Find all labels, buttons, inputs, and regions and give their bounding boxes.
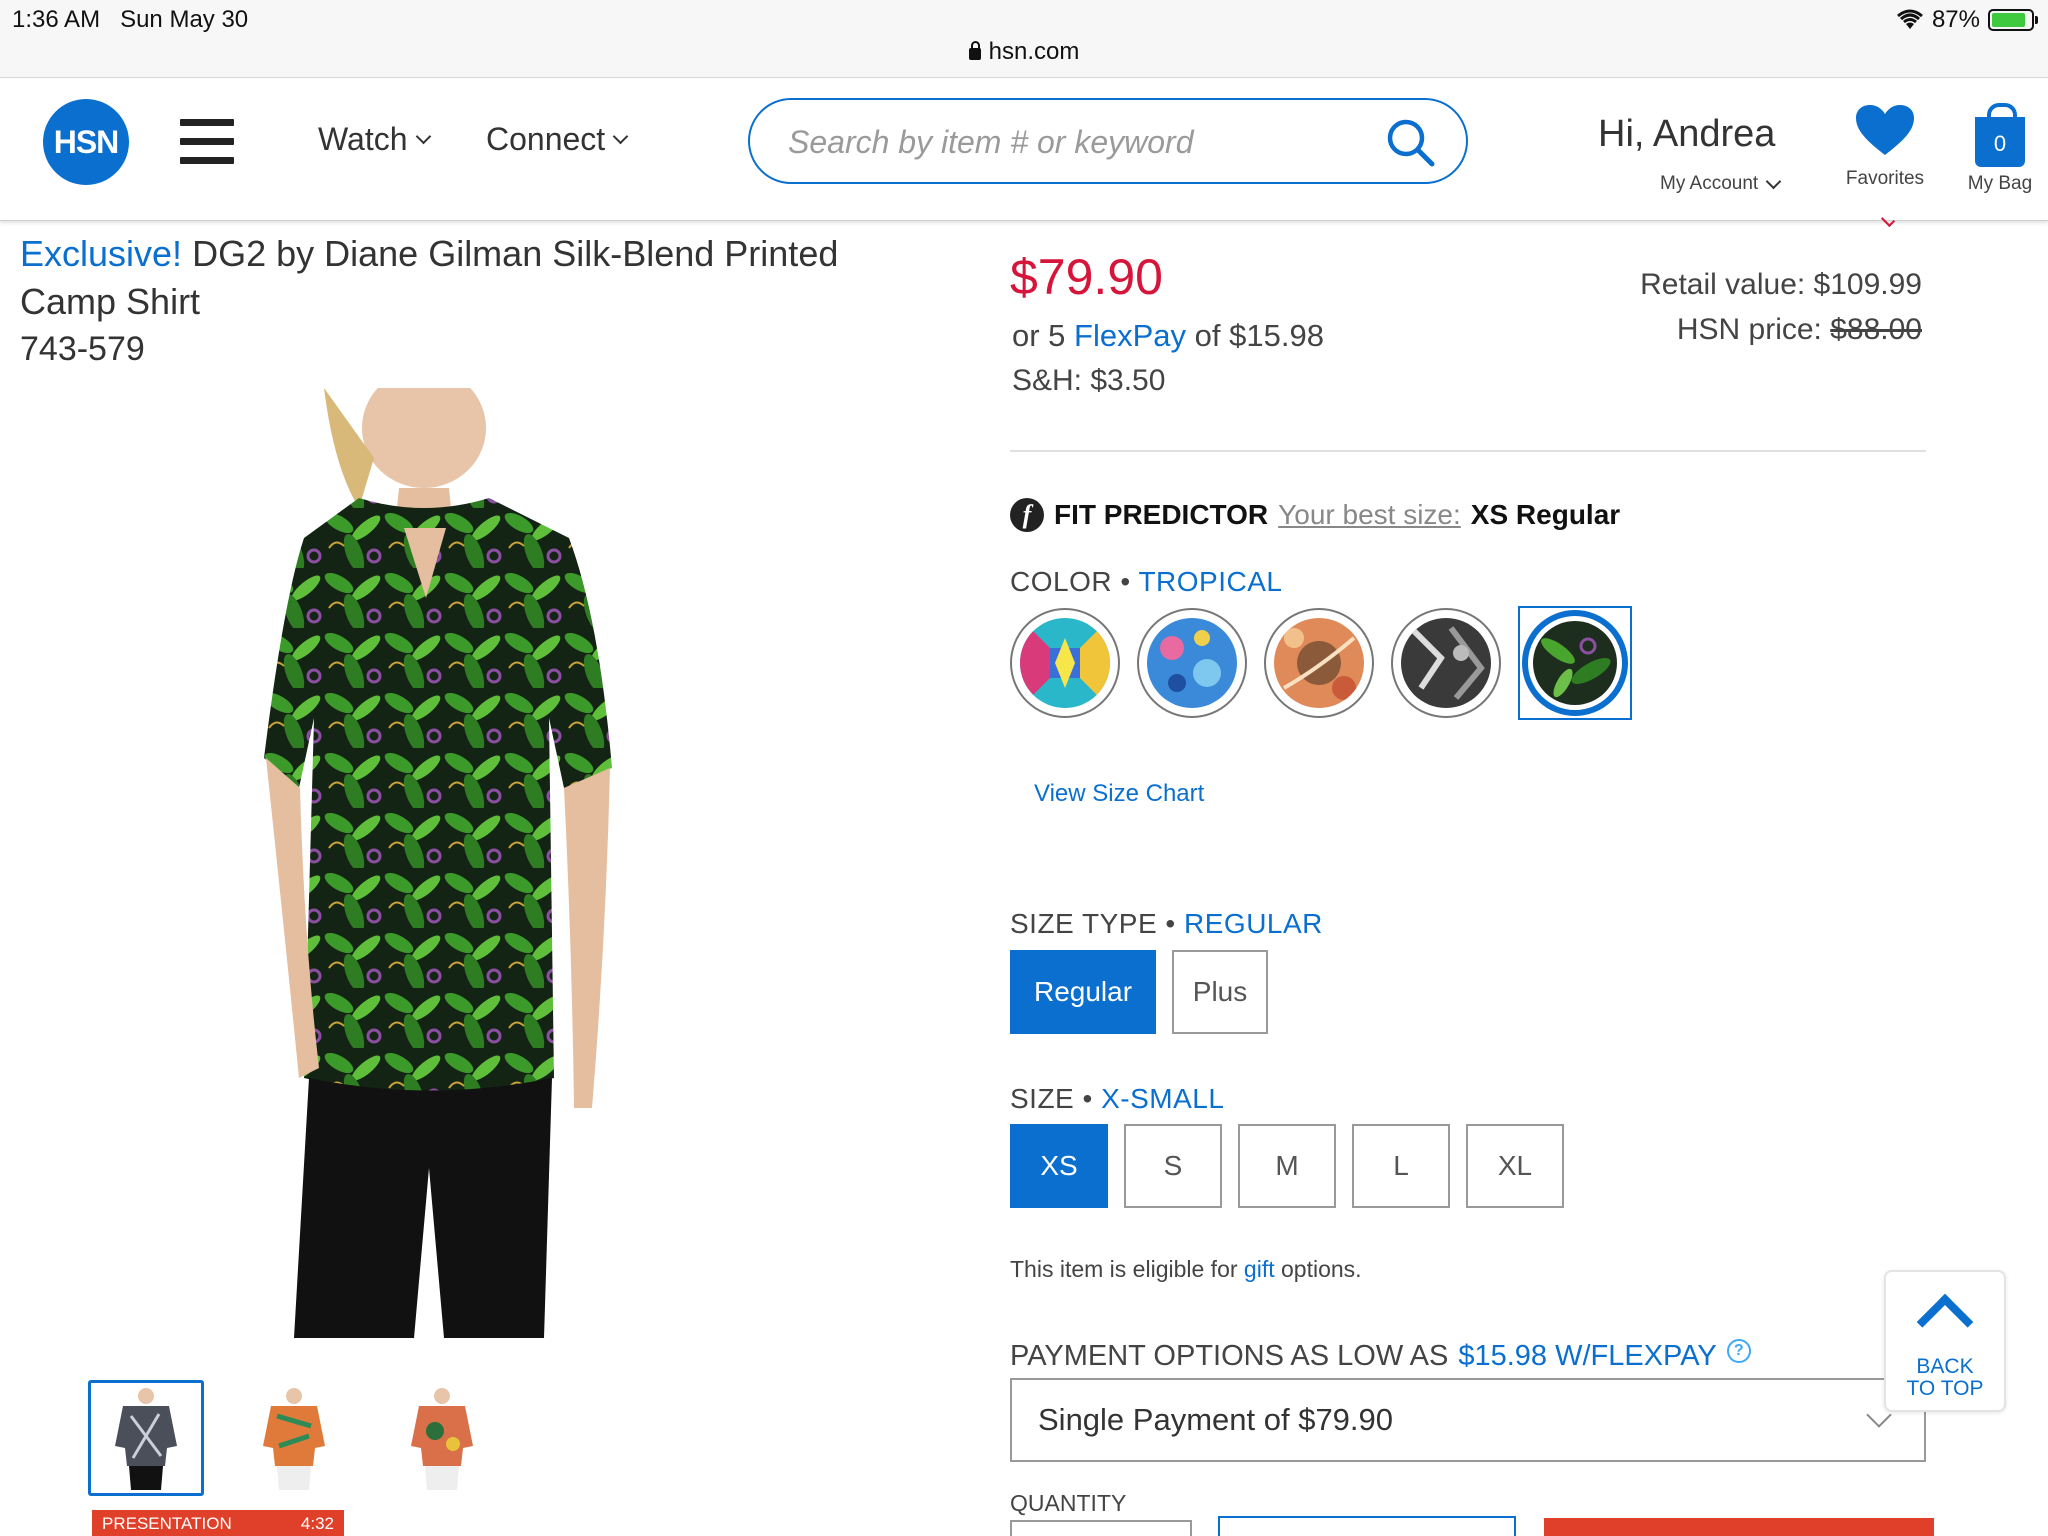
flexpay-suffix: of $15.98 xyxy=(1194,318,1324,353)
payment-options-label: PAYMENT OPTIONS AS LOW AS $15.98 W/FLEXP… xyxy=(1010,1338,1751,1373)
add-to-bag-button[interactable] xyxy=(1544,1518,1934,1536)
swatch-tropical[interactable] xyxy=(1518,606,1632,720)
size-label: SIZE • X-SMALL xyxy=(1010,1083,1225,1114)
size-xl[interactable]: XL xyxy=(1466,1124,1564,1208)
size-xs[interactable]: XS xyxy=(1010,1124,1108,1208)
gift-eligibility: This item is eligible for gift options. xyxy=(1010,1256,1362,1282)
color-swatches xyxy=(1010,606,1632,720)
hsn-logo[interactable]: HSN xyxy=(43,99,129,185)
gift-link[interactable]: gift xyxy=(1244,1256,1275,1282)
my-bag-link[interactable]: 0 My Bag xyxy=(1960,103,2040,195)
size-selected: X-SMALL xyxy=(1101,1083,1225,1114)
status-time: 1:36 AM Sun May 30 xyxy=(12,6,249,33)
flexpay-line: or 5 FlexPay of $15.98 xyxy=(1012,318,1324,354)
hsn-price: HSN price: $88.00 xyxy=(1677,313,1922,347)
back-to-top-line1: BACK xyxy=(1916,1355,1974,1378)
status-right: 87% xyxy=(1896,6,2038,34)
fit-predictor[interactable]: f FIT PREDICTOR Your best size: XS Regul… xyxy=(1010,498,1620,532)
thumbnail-image xyxy=(263,1388,325,1490)
thumbnail-2[interactable] xyxy=(236,1380,352,1496)
bag-count: 0 xyxy=(1993,131,2007,156)
flexpay-link[interactable]: FlexPay xyxy=(1074,318,1186,353)
color-label: COLOR • TROPICAL xyxy=(1010,566,1283,597)
lock-icon xyxy=(968,41,981,60)
product-price: $79.90 xyxy=(1010,249,1163,305)
swatch-multi-geometric[interactable] xyxy=(1010,608,1120,718)
retail-value: Retail value: $109.99 xyxy=(1640,268,1922,301)
hsn-price-label: HSN price: xyxy=(1676,313,1822,346)
nav-connect-label: Connect xyxy=(486,121,606,157)
view-size-chart-link[interactable]: View Size Chart xyxy=(1034,780,1204,808)
my-account-label: My Account xyxy=(1660,173,1759,194)
fit-predictor-icon: f xyxy=(1010,498,1044,532)
size-type-options: Regular Plus xyxy=(1010,950,1268,1034)
quantity-select[interactable] xyxy=(1010,1520,1192,1536)
search-box xyxy=(748,98,1468,184)
size-type-label: SIZE TYPE • REGULAR xyxy=(1010,908,1323,939)
favorites-label: Favorites xyxy=(1845,168,1925,189)
hsn-price-value: $88.00 xyxy=(1830,313,1922,346)
exclusive-label: Exclusive! xyxy=(20,233,183,274)
thumbnail-image xyxy=(115,1388,177,1490)
flexpay-prefix: or 5 xyxy=(1012,318,1066,353)
fit-best-size-link[interactable]: Your best size: xyxy=(1278,499,1461,531)
url-bar[interactable]: hsn.com xyxy=(0,38,2048,66)
chevron-down-icon xyxy=(1765,173,1782,189)
chevron-down-icon xyxy=(415,128,431,145)
payment-select[interactable]: Single Payment of $79.90 xyxy=(1010,1378,1926,1462)
menu-icon[interactable] xyxy=(180,119,234,165)
thumbnail-strip xyxy=(88,1380,500,1496)
thumbnail-1[interactable] xyxy=(88,1380,204,1496)
size-options: XS S M L XL xyxy=(1010,1124,1564,1208)
nav-watch-label: Watch xyxy=(318,121,408,157)
fit-predictor-label: FIT PREDICTOR xyxy=(1054,499,1269,530)
favorites-link[interactable]: Favorites xyxy=(1840,103,1930,190)
payment-low-value: $15.98 W/FLEXPAY xyxy=(1458,1340,1717,1372)
payment-selected: Single Payment of $79.90 xyxy=(1038,1402,1394,1437)
battery-percent: 87% xyxy=(1931,6,1980,33)
site-header: HSN Watch Connect Hi, Andrea My Account … xyxy=(0,79,2048,221)
live-badge-label: PRESENTATION xyxy=(102,1514,232,1533)
size-l[interactable]: L xyxy=(1352,1124,1450,1208)
size-type-plus[interactable]: Plus xyxy=(1172,950,1268,1034)
my-account-link[interactable]: My Account xyxy=(1660,173,1782,195)
nav-watch[interactable]: Watch xyxy=(318,121,431,158)
thumbnail-3[interactable] xyxy=(384,1380,500,1496)
swatch-blue-floral[interactable] xyxy=(1137,608,1247,718)
live-badge-time: 4:32 xyxy=(300,1514,334,1533)
nav-connect[interactable]: Connect xyxy=(486,121,629,158)
shipping-cost: S&H: $3.50 xyxy=(1012,364,1166,397)
wifi-icon xyxy=(1896,9,1923,29)
color-selected: TROPICAL xyxy=(1138,566,1283,597)
product-title: Exclusive! DG2 by Diane Gilman Silk-Blen… xyxy=(20,230,920,326)
battery-icon xyxy=(1988,9,2038,31)
size-type-regular[interactable]: Regular xyxy=(1010,950,1156,1034)
swatch-orange-paisley[interactable] xyxy=(1264,608,1374,718)
bag-icon: 0 xyxy=(1975,103,2025,167)
greeting: Hi, Andrea xyxy=(1598,113,1776,155)
size-s[interactable]: S xyxy=(1124,1124,1222,1208)
back-to-top-button[interactable]: BACK TO TOP xyxy=(1884,1270,2006,1412)
search-input[interactable] xyxy=(788,120,1368,164)
secondary-action-button[interactable] xyxy=(1218,1516,1516,1536)
product-sku: 743-579 xyxy=(20,330,145,368)
thumbnail-image xyxy=(411,1388,473,1490)
size-m[interactable]: M xyxy=(1238,1124,1336,1208)
fit-best-size: XS Regular xyxy=(1470,499,1621,530)
heart-icon xyxy=(1856,105,1914,155)
url-text: hsn.com xyxy=(988,38,1080,65)
quantity-label: QUANTITY xyxy=(1010,1490,1127,1516)
divider xyxy=(1010,450,1926,452)
swatch-black-white[interactable] xyxy=(1391,608,1501,718)
product-main-image[interactable] xyxy=(264,388,718,1338)
help-icon[interactable]: ? xyxy=(1726,1338,1751,1363)
my-bag-label: My Bag xyxy=(1967,173,2033,194)
chevron-down-icon xyxy=(612,128,629,145)
live-presentation-badge[interactable]: PRESENTATION 4:32 xyxy=(92,1510,344,1536)
back-to-top-line2: TO TOP xyxy=(1906,1377,1984,1400)
size-type-selected: REGULAR xyxy=(1184,908,1323,939)
ios-status-bar: 1:36 AM Sun May 30 87% hsn.com xyxy=(0,0,2048,78)
search-icon[interactable] xyxy=(1384,116,1436,168)
chevron-up-icon xyxy=(1916,1293,1974,1351)
